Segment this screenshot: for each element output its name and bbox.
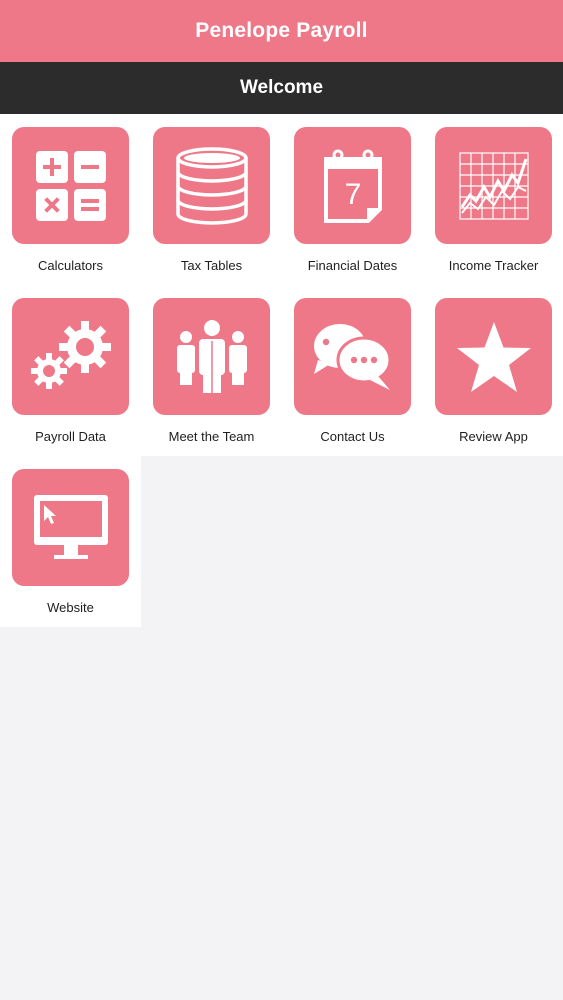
- calculators-icon-tile: [12, 127, 129, 244]
- app-title-bar: Penelope Payroll: [0, 0, 563, 62]
- payroll-data-icon-tile: [12, 298, 129, 415]
- review-app-icon-tile: [435, 298, 552, 415]
- contact-us-icon-tile: [294, 298, 411, 415]
- meet-the-team-icon-tile: [153, 298, 270, 415]
- menu-item-label: Income Tracker: [448, 258, 539, 273]
- website-icon-tile: [12, 469, 129, 586]
- line-chart-icon: [458, 151, 529, 220]
- menu-item-label: Website: [47, 600, 94, 615]
- app-title: Penelope Payroll: [195, 19, 368, 42]
- menu-item-tax-tables[interactable]: Tax Tables: [141, 114, 282, 285]
- menu-item-income-tracker[interactable]: Income Tracker: [423, 114, 563, 285]
- menu-item-calculators[interactable]: Calculators: [0, 114, 141, 285]
- financial-dates-icon-tile: 7: [294, 127, 411, 244]
- menu-item-label: Meet the Team: [168, 429, 255, 444]
- menu-item-contact-us[interactable]: Contact Us: [282, 285, 423, 456]
- monitor-icon: [33, 494, 108, 559]
- welcome-bar: Welcome: [0, 62, 563, 114]
- menu-item-financial-dates[interactable]: 7 Financial Dates: [282, 114, 423, 285]
- menu-item-label: Review App: [459, 429, 528, 444]
- welcome-title: Welcome: [239, 77, 324, 98]
- calendar-icon: 7: [323, 149, 382, 223]
- database-stack-icon: [175, 146, 248, 225]
- calendar-day-number: 7: [344, 178, 361, 211]
- menu-item-website[interactable]: Website: [0, 456, 141, 627]
- menu-item-label: Calculators: [37, 258, 104, 273]
- tax-tables-icon-tile: [153, 127, 270, 244]
- team-icon: [176, 319, 247, 393]
- star-icon: [456, 321, 531, 392]
- menu-item-label: Financial Dates: [307, 258, 398, 273]
- menu-item-payroll-data[interactable]: Payroll Data: [0, 285, 141, 456]
- calculator-icon: [35, 150, 106, 221]
- gears-icon: [30, 320, 111, 389]
- menu-item-label: Contact Us: [320, 429, 385, 444]
- income-tracker-icon-tile: [435, 127, 552, 244]
- chat-bubbles-icon: [313, 323, 391, 390]
- menu-grid: Calculators Tax Tables 7 Financial Dates…: [0, 114, 563, 634]
- menu-item-meet-the-team[interactable]: Meet the Team: [141, 285, 282, 456]
- menu-item-review-app[interactable]: Review App: [423, 285, 563, 456]
- menu-item-label: Payroll Data: [35, 429, 106, 444]
- menu-item-label: Tax Tables: [180, 258, 243, 273]
